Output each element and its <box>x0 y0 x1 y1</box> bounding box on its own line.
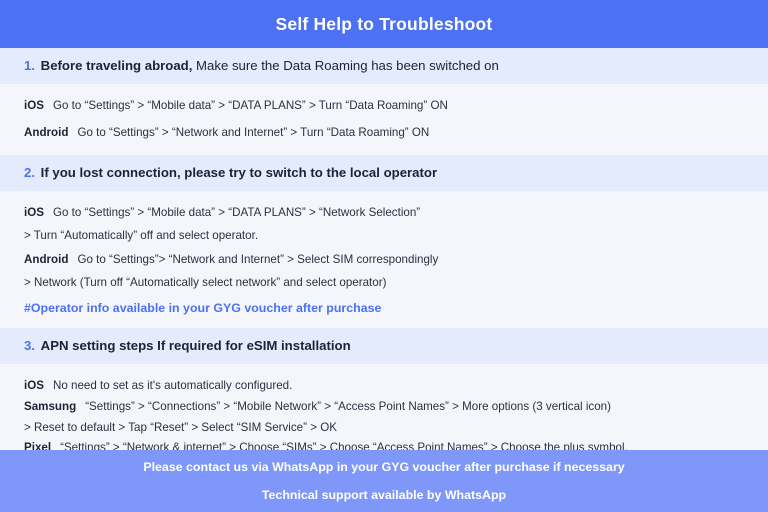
section-heading-1: 1. Before traveling abroad, Make sure th… <box>0 48 768 84</box>
instruction-row-continued: > Network (Turn off “Automatically selec… <box>24 275 744 291</box>
page-header: Self Help to Troubleshoot <box>0 0 768 48</box>
section-heading-2: 2. If you lost connection, please try to… <box>0 155 768 191</box>
os-label-samsung: Samsung <box>24 399 77 413</box>
instruction-row: iOS Go to “Settings” > “Mobile data” > “D… <box>24 205 744 221</box>
instruction-text: No need to set as it's automatically con… <box>52 379 293 393</box>
instruction-row: Android Go to “Settings” > “Network and I… <box>24 125 744 141</box>
instruction-text: > Turn “Automatically” off and select op… <box>24 228 259 242</box>
instruction-text: > Network (Turn off “Automatically selec… <box>24 275 387 289</box>
instruction-text: Go to “Settings”> “Network and Internet”… <box>77 253 439 267</box>
instruction-row-continued: > Turn “Automatically” off and select op… <box>24 228 744 244</box>
instruction-row: Android Go to “Settings”> “Network and In… <box>24 252 744 268</box>
os-label-android: Android <box>24 126 69 140</box>
section-number-2: 2. <box>24 165 35 181</box>
page-title: Self Help to Troubleshoot <box>275 13 493 34</box>
section-body-2: iOS Go to “Settings” > “Mobile data” > “D… <box>0 205 768 316</box>
troubleshoot-infographic: Self Help to Troubleshoot 1. Before trav… <box>0 0 768 512</box>
instruction-row: iOS No need to set as it's automatically … <box>24 378 744 394</box>
section-heading-3-inner: 3. APN setting steps If required for eSI… <box>0 337 371 355</box>
operator-info-note: #Operator info available in your GYG vou… <box>24 301 382 316</box>
section-title-rest-1: Make sure the Data Roaming has been swit… <box>192 58 499 73</box>
page-footer: Please contact us via WhatsApp in your G… <box>0 450 768 512</box>
instruction-text: > Reset to default > Tap “Reset” > Selec… <box>24 420 337 434</box>
section-number-1: 1. <box>24 58 35 73</box>
section-heading-1-inner: 1. Before traveling abroad, Make sure th… <box>0 57 519 75</box>
os-label-android: Android <box>24 253 69 267</box>
instruction-text: Go to “Settings” > “Network and Internet… <box>77 126 430 140</box>
os-label-ios: iOS <box>24 98 44 112</box>
section-body-1: iOS Go to “Settings” > “Mobile data” > “D… <box>0 98 768 141</box>
section-number-3: 3. <box>24 338 35 354</box>
instruction-text: Go to “Settings” > “Mobile data” > “DATA… <box>52 98 448 112</box>
instruction-text: Go to “Settings” > “Mobile data” > “DATA… <box>52 205 421 219</box>
section-title-bold-1: Before traveling abroad, <box>40 58 193 73</box>
instruction-row: Samsung “Settings” > “Connections” > “Mob… <box>24 399 744 415</box>
section-title-bold-2: If you lost connection, please try to sw… <box>40 165 438 181</box>
section-title-bold-3: APN setting steps If required for eSIM i… <box>40 338 351 354</box>
instruction-row: iOS Go to “Settings” > “Mobile data” > “D… <box>24 98 744 114</box>
os-label-ios: iOS <box>24 205 44 219</box>
instruction-row-continued: > Reset to default > Tap “Reset” > Selec… <box>24 420 744 436</box>
instruction-text: “Settings” > “Connections” > “Mobile Net… <box>85 399 611 413</box>
section-heading-2-inner: 2. If you lost connection, please try to… <box>0 164 457 182</box>
section-body-3: iOS No need to set as it's automatically … <box>0 378 768 456</box>
os-label-ios: iOS <box>24 379 44 393</box>
section-heading-3: 3. APN setting steps If required for eSI… <box>0 328 768 365</box>
footer-contact-line: Please contact us via WhatsApp in your G… <box>143 459 625 474</box>
footer-support-line: Technical support available by WhatsApp <box>261 487 507 502</box>
